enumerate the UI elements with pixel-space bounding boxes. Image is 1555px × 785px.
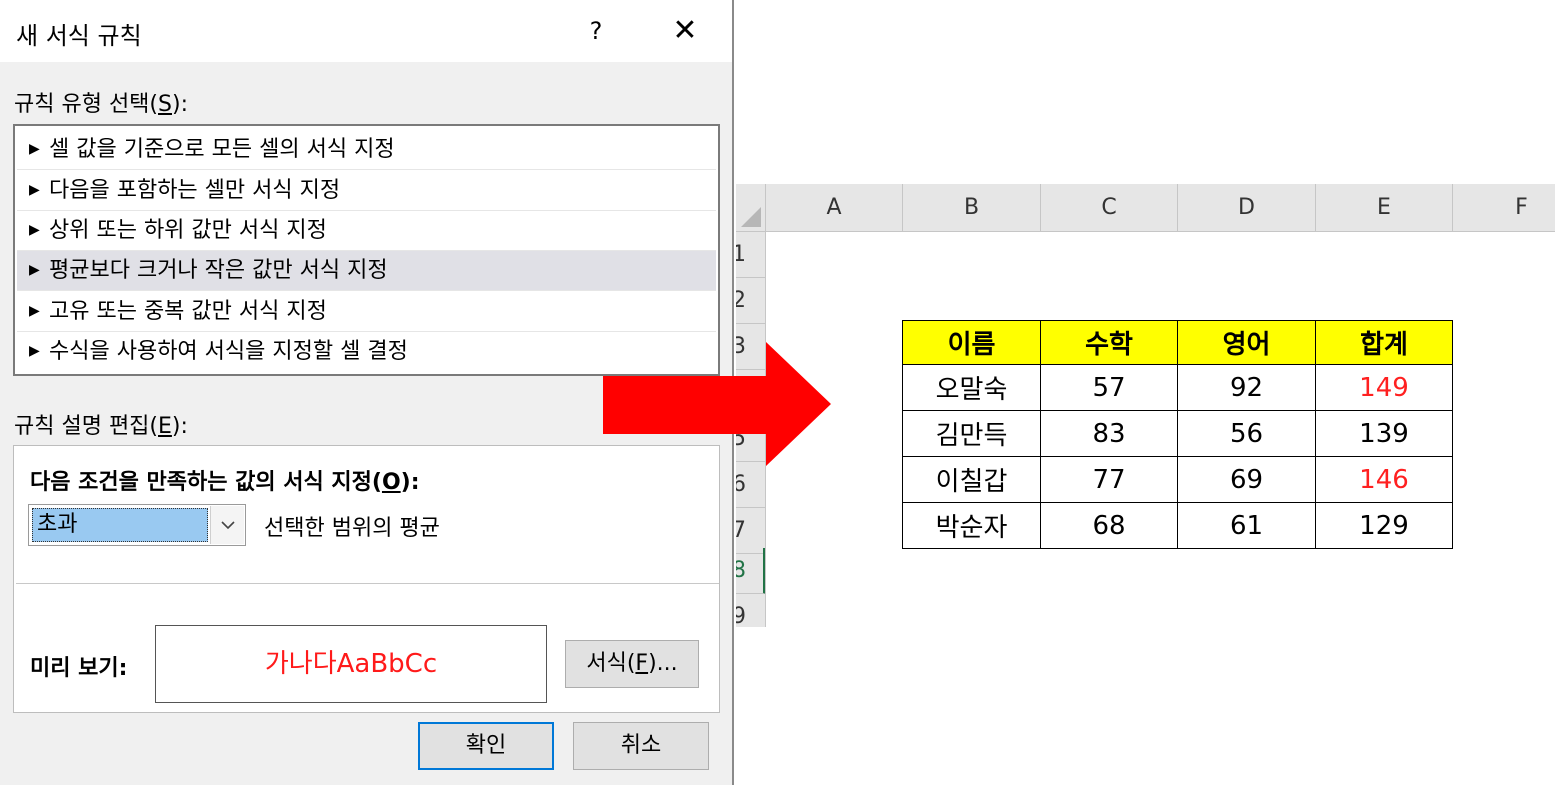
total-cell-highlighted[interactable]: 149 xyxy=(1315,364,1453,411)
ok-button[interactable]: 확인 xyxy=(418,722,554,770)
rule-type-item[interactable]: ▶ 다음을 포함하는 셀만 서식 지정 xyxy=(17,171,716,211)
help-button[interactable]: ? xyxy=(572,8,620,54)
row-header[interactable]: 1 xyxy=(736,232,765,278)
triangle-right-icon: ▶ xyxy=(29,141,40,157)
cancel-button[interactable]: 취소 xyxy=(573,722,709,770)
row-header[interactable]: 9 xyxy=(736,594,765,627)
math-cell[interactable]: 83 xyxy=(1040,410,1178,457)
rule-description-panel: 다음 조건을 만족하는 값의 서식 지정(O): 초과 선택한 범위의 평균 미… xyxy=(13,445,720,713)
rule-type-item[interactable]: ▶ 상위 또는 하위 값만 서식 지정 xyxy=(17,211,716,251)
name-cell[interactable]: 오말숙 xyxy=(902,364,1041,411)
rule-type-item[interactable]: ▶ 고유 또는 중복 값만 서식 지정 xyxy=(17,292,716,332)
english-cell[interactable]: 61 xyxy=(1177,502,1316,549)
close-button[interactable]: ✕ xyxy=(658,8,712,54)
close-icon: ✕ xyxy=(672,13,698,48)
table-header-cell[interactable]: 합계 xyxy=(1315,320,1453,365)
triangle-right-icon: ▶ xyxy=(29,262,40,278)
triangle-right-icon: ▶ xyxy=(29,222,40,238)
preview-label: 미리 보기: xyxy=(30,656,128,681)
help-icon: ? xyxy=(589,17,603,45)
total-cell[interactable]: 139 xyxy=(1315,410,1453,457)
name-cell[interactable]: 박순자 xyxy=(902,502,1041,549)
preview-box: 가나다AaBbCc xyxy=(155,625,547,703)
table-header-cell[interactable]: 이름 xyxy=(902,320,1041,365)
math-cell[interactable]: 77 xyxy=(1040,456,1178,503)
name-cell[interactable]: 김만득 xyxy=(902,410,1041,457)
column-header-row: A B C D E F xyxy=(736,184,1555,232)
dialog-titlebar: 새 서식 규칙 ? ✕ xyxy=(0,0,732,62)
rule-type-label: 규칙 유형 선택(S): xyxy=(14,92,188,117)
row-header[interactable]: 2 xyxy=(736,278,765,324)
table-header-row: 이름 수학 영어 합계 xyxy=(902,320,1453,365)
column-header-e[interactable]: E xyxy=(1316,184,1453,231)
condition-dropdown-value: 초과 xyxy=(32,508,208,542)
column-header-f[interactable]: F xyxy=(1453,184,1555,231)
chevron-down-icon[interactable] xyxy=(210,506,244,544)
edit-description-label: 규칙 설명 편집(E): xyxy=(14,414,188,439)
format-button[interactable]: 서식(F)... xyxy=(565,640,699,688)
triangle-right-icon: ▶ xyxy=(29,343,40,359)
english-cell[interactable]: 69 xyxy=(1177,456,1316,503)
name-cell[interactable]: 이칠갑 xyxy=(902,456,1041,503)
rule-type-item-selected[interactable]: ▶ 평균보다 크거나 작은 값만 서식 지정 xyxy=(17,251,716,291)
condition-suffix: 선택한 범위의 평균 xyxy=(264,516,440,541)
total-cell-highlighted[interactable]: 146 xyxy=(1315,456,1453,503)
math-cell[interactable]: 57 xyxy=(1040,364,1178,411)
score-table: 이름 수학 영어 합계 오말숙 57 92 149 김만득 83 56 139 … xyxy=(902,320,1453,549)
table-row: 김만득 83 56 139 xyxy=(902,410,1453,457)
row-header-active[interactable]: 8 xyxy=(736,548,765,594)
table-row: 이칠갑 77 69 146 xyxy=(902,456,1453,503)
big-red-arrow-icon xyxy=(603,342,831,466)
rule-type-item[interactable]: ▶ 셀 값을 기준으로 모든 셀의 서식 지정 xyxy=(17,130,716,170)
divider xyxy=(16,583,719,584)
math-cell[interactable]: 68 xyxy=(1040,502,1178,549)
rule-type-list[interactable]: ▶ 셀 값을 기준으로 모든 셀의 서식 지정 ▶ 다음을 포함하는 셀만 서식 지… xyxy=(13,124,720,376)
select-all-triangle-icon xyxy=(741,207,761,227)
english-cell[interactable]: 56 xyxy=(1177,410,1316,457)
english-cell[interactable]: 92 xyxy=(1177,364,1316,411)
dialog-title: 새 서식 규칙 xyxy=(16,22,142,50)
triangle-right-icon: ▶ xyxy=(29,303,40,319)
table-row: 박순자 68 61 129 xyxy=(902,502,1453,549)
column-header-a[interactable]: A xyxy=(766,184,903,231)
condition-dropdown[interactable]: 초과 xyxy=(28,504,246,546)
total-cell[interactable]: 129 xyxy=(1315,502,1453,549)
column-header-b[interactable]: B xyxy=(903,184,1041,231)
column-header-c[interactable]: C xyxy=(1041,184,1178,231)
select-all-button[interactable] xyxy=(736,184,766,231)
table-row: 오말숙 57 92 149 xyxy=(902,364,1453,411)
row-header[interactable]: 6 xyxy=(736,462,765,508)
table-header-cell[interactable]: 영어 xyxy=(1177,320,1316,365)
table-header-cell[interactable]: 수학 xyxy=(1040,320,1178,365)
column-header-d[interactable]: D xyxy=(1178,184,1316,231)
triangle-right-icon: ▶ xyxy=(29,182,40,198)
condition-label: 다음 조건을 만족하는 값의 서식 지정(O): xyxy=(30,470,420,495)
